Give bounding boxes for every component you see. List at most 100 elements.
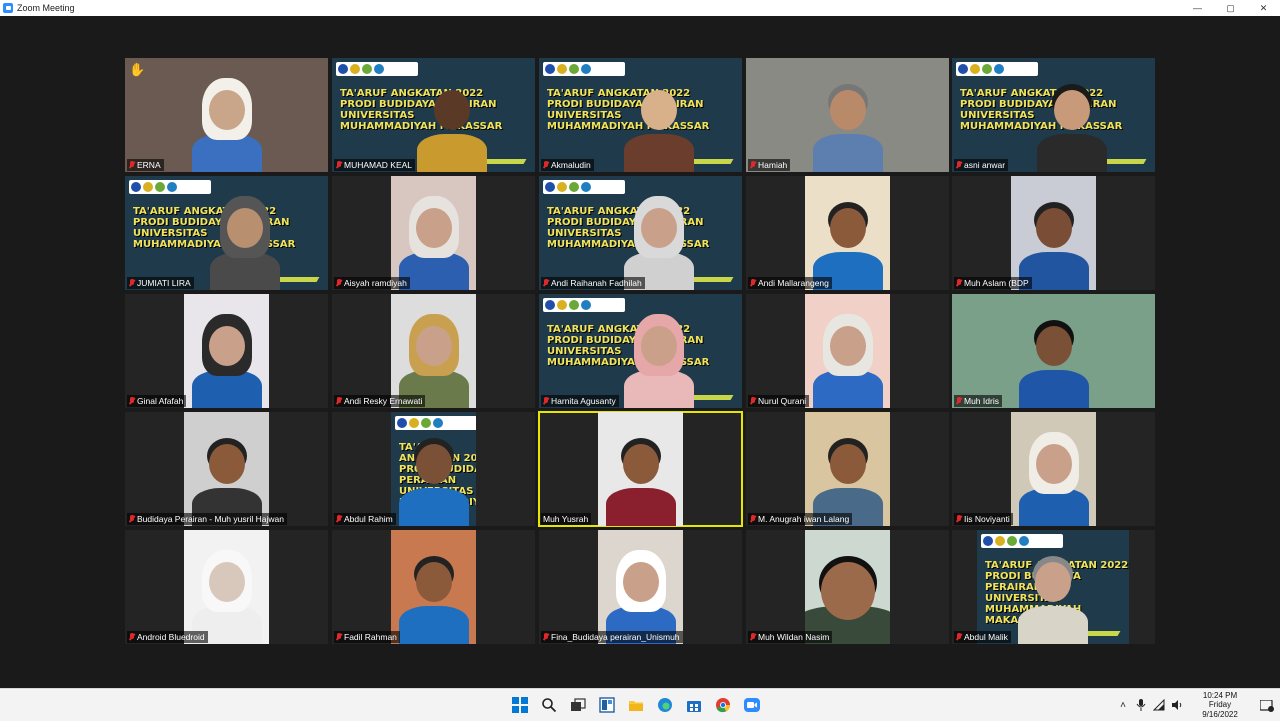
clock-day: Friday [1208, 700, 1232, 710]
video-feed: TA'ARUF ANGKATAN 2022PRODI BUDIDAYA PERA… [391, 412, 476, 526]
taskbar-clock[interactable]: 10:24 PM Friday 9/16/2022 [1190, 691, 1250, 720]
participant-name-tag: Harnita Agusanty [541, 395, 619, 407]
maximize-button[interactable]: ▢ [1214, 0, 1247, 16]
video-tile-fadil-rahman[interactable]: Fadil Rahman [332, 530, 535, 644]
video-tile-m-anugrah-iwan-lalang[interactable]: M. Anugrah iwan Lalang [746, 412, 949, 526]
banner-line: UNIVERSITAS [340, 110, 415, 121]
participant-name-tag: Fadil Rahman [334, 631, 400, 643]
taskbar: ˄ 10:24 PM Friday 9/16/2022 [0, 688, 1280, 721]
search-icon[interactable] [539, 695, 559, 715]
task-view-icon[interactable] [568, 695, 588, 715]
mic-muted-icon [543, 161, 549, 169]
video-tile-muh-wildan-nasim[interactable]: Muh Wildan Nasim [746, 530, 949, 644]
participant-body [398, 606, 469, 644]
mic-muted-icon [129, 397, 135, 405]
mic-muted-icon [750, 633, 756, 641]
widgets-icon[interactable] [597, 695, 617, 715]
microphone-icon[interactable] [1134, 698, 1148, 712]
participant-name: Andi Mallarangeng [758, 278, 829, 288]
video-tile-muhamad-keal[interactable]: TA'ARUF ANGKATAN 2022 PRODI BUDIDAYA PERA… [332, 58, 535, 172]
video-tile-muh-yusrah[interactable]: Muh Yusrah [538, 411, 743, 527]
participant-face [1035, 326, 1072, 366]
participant-body [1037, 134, 1107, 172]
video-feed: TA'ARUF ANGKATAN 2022PRODI BUDIDAYA PERA… [539, 58, 742, 172]
campus-logos [956, 62, 1038, 76]
chevron-up-icon[interactable]: ˄ [1116, 698, 1130, 712]
video-tile-andi-mallarangeng[interactable]: Andi Mallarangeng [746, 176, 949, 290]
event-banner-text: TA'ARUF ANGKATAN 2022PRODI BUDIDAYA PERA… [547, 88, 709, 132]
video-feed [184, 530, 269, 644]
clock-time: 10:24 PM [1202, 690, 1238, 700]
edge-browser-icon[interactable] [655, 695, 675, 715]
windows-start-icon[interactable] [510, 695, 530, 715]
banner-line: TA'ARUF ANGKATAN 2022 [133, 206, 277, 217]
participant-body [417, 134, 487, 172]
video-tile-muh-aslam-bdp[interactable]: Muh Aslam (BDP [952, 176, 1155, 290]
volume-icon[interactable] [1170, 698, 1184, 712]
video-tile-abdul-malik[interactable]: TA'ARUF ANGKATAN 2022PRODI BUDIDAYA PERA… [952, 530, 1155, 644]
video-tile-jumiati-lira[interactable]: TA'ARUF ANGKATAN 2022 PRODI BUDIDAYA PERA… [125, 176, 328, 290]
video-tile-andi-resky-ernawati[interactable]: Andi Resky Ernawati [332, 294, 535, 408]
campus-logos [395, 416, 476, 430]
video-tile-erna[interactable]: ✋ ERNA [125, 58, 328, 172]
participant-name: Abdul Rahim [344, 514, 393, 524]
participant-name-tag: Akmaludin [541, 159, 594, 171]
mic-muted-icon [129, 515, 135, 523]
notification-center-icon[interactable] [1259, 699, 1274, 712]
campus-logos [129, 180, 211, 194]
participant-body [605, 488, 676, 526]
participant-name: MUHAMAD KEAL [344, 160, 413, 170]
participant-face [829, 90, 866, 130]
participant-face [829, 326, 866, 366]
banner-line: MUHAMMADIYAH MAKASSAR [340, 121, 503, 132]
participant-name: Akmaludin [551, 160, 591, 170]
mic-muted-icon [750, 161, 756, 169]
mic-muted-icon [336, 279, 342, 287]
video-feed [805, 294, 890, 408]
video-tile-fina-budidaya-perairan-unismuh[interactable]: Fina_Budidaya perairan_Unismuh [539, 530, 742, 644]
video-tile-akmaludin[interactable]: TA'ARUF ANGKATAN 2022 PRODI BUDIDAYA PERA… [539, 58, 742, 172]
store-icon[interactable] [684, 695, 704, 715]
participant-face [622, 444, 659, 484]
participant-name-tag: Andi Mallarangeng [748, 277, 832, 289]
participant-name-tag: Muh Yusrah [541, 513, 592, 525]
zoom-taskbar-icon[interactable] [742, 695, 762, 715]
video-tile-hamiah[interactable]: Hamiah [746, 58, 949, 172]
banner-line: UNIVERSITAS [547, 110, 622, 121]
video-feed [391, 176, 476, 290]
video-feed [805, 176, 890, 290]
video-feed [805, 530, 890, 644]
close-button[interactable]: ✕ [1247, 0, 1280, 16]
video-tile-abdul-rahim[interactable]: TA'ARUF ANGKATAN 2022PRODI BUDIDAYA PERA… [332, 412, 535, 526]
file-explorer-icon[interactable] [626, 695, 646, 715]
participant-name-tag: Ginal Afafah [127, 395, 187, 407]
video-tile-asni-anwar[interactable]: TA'ARUF ANGKATAN 2022 PRODI BUDIDAYA PERA… [952, 58, 1155, 172]
participant-name: Iis Noviyanti [964, 514, 1010, 524]
banner-line: MUHAMMADIYAH MAKASSAR [133, 239, 296, 250]
video-tile-nurul-qurani[interactable]: Nurul Qurani [746, 294, 949, 408]
participant-name-tag: MUHAMAD KEAL [334, 159, 416, 171]
network-icon[interactable] [1152, 698, 1166, 712]
participant-name-tag: Muh Wildan Nasim [748, 631, 833, 643]
participant-body [398, 488, 469, 526]
event-banner-text: TA'ARUF ANGKATAN 2022PRODI BUDIDAYA PERA… [547, 206, 709, 250]
video-tile-andi-raihanah-fadhilah[interactable]: TA'ARUF ANGKATAN 2022 PRODI BUDIDAYA PERA… [539, 176, 742, 290]
minimize-button[interactable]: — [1181, 0, 1214, 16]
video-tile-muh-idris[interactable]: Muh Idris [952, 294, 1155, 408]
participant-body [812, 134, 883, 172]
video-tile-iis-noviyanti[interactable]: Iis Noviyanti [952, 412, 1155, 526]
video-tile-ginal-afafah[interactable]: Ginal Afafah [125, 294, 328, 408]
window-title: Zoom Meeting [17, 3, 75, 13]
participant-body [624, 134, 694, 172]
video-tile-budidaya-perairan-muh-yusril-hajwan[interactable]: Budidaya Perairan - Muh yusril Hajwan [125, 412, 328, 526]
banner-stripe [690, 277, 734, 282]
video-tile-harnita-agusanty[interactable]: TA'ARUF ANGKATAN 2022 PRODI BUDIDAYA PERA… [539, 294, 742, 408]
participant-name: M. Anugrah iwan Lalang [758, 514, 850, 524]
video-feed: TA'ARUF ANGKATAN 2022PRODI BUDIDAYA PERA… [332, 58, 535, 172]
video-tile-aisyah-ramdiyah[interactable]: Aisyah ramdiyah [332, 176, 535, 290]
mic-muted-icon [956, 279, 962, 287]
chrome-icon[interactable] [713, 695, 733, 715]
participant-name: Andi Raihanah Fadhilah [551, 278, 642, 288]
participant-face [415, 326, 452, 366]
video-tile-android-bluedroid[interactable]: Android Bluedroid [125, 530, 328, 644]
